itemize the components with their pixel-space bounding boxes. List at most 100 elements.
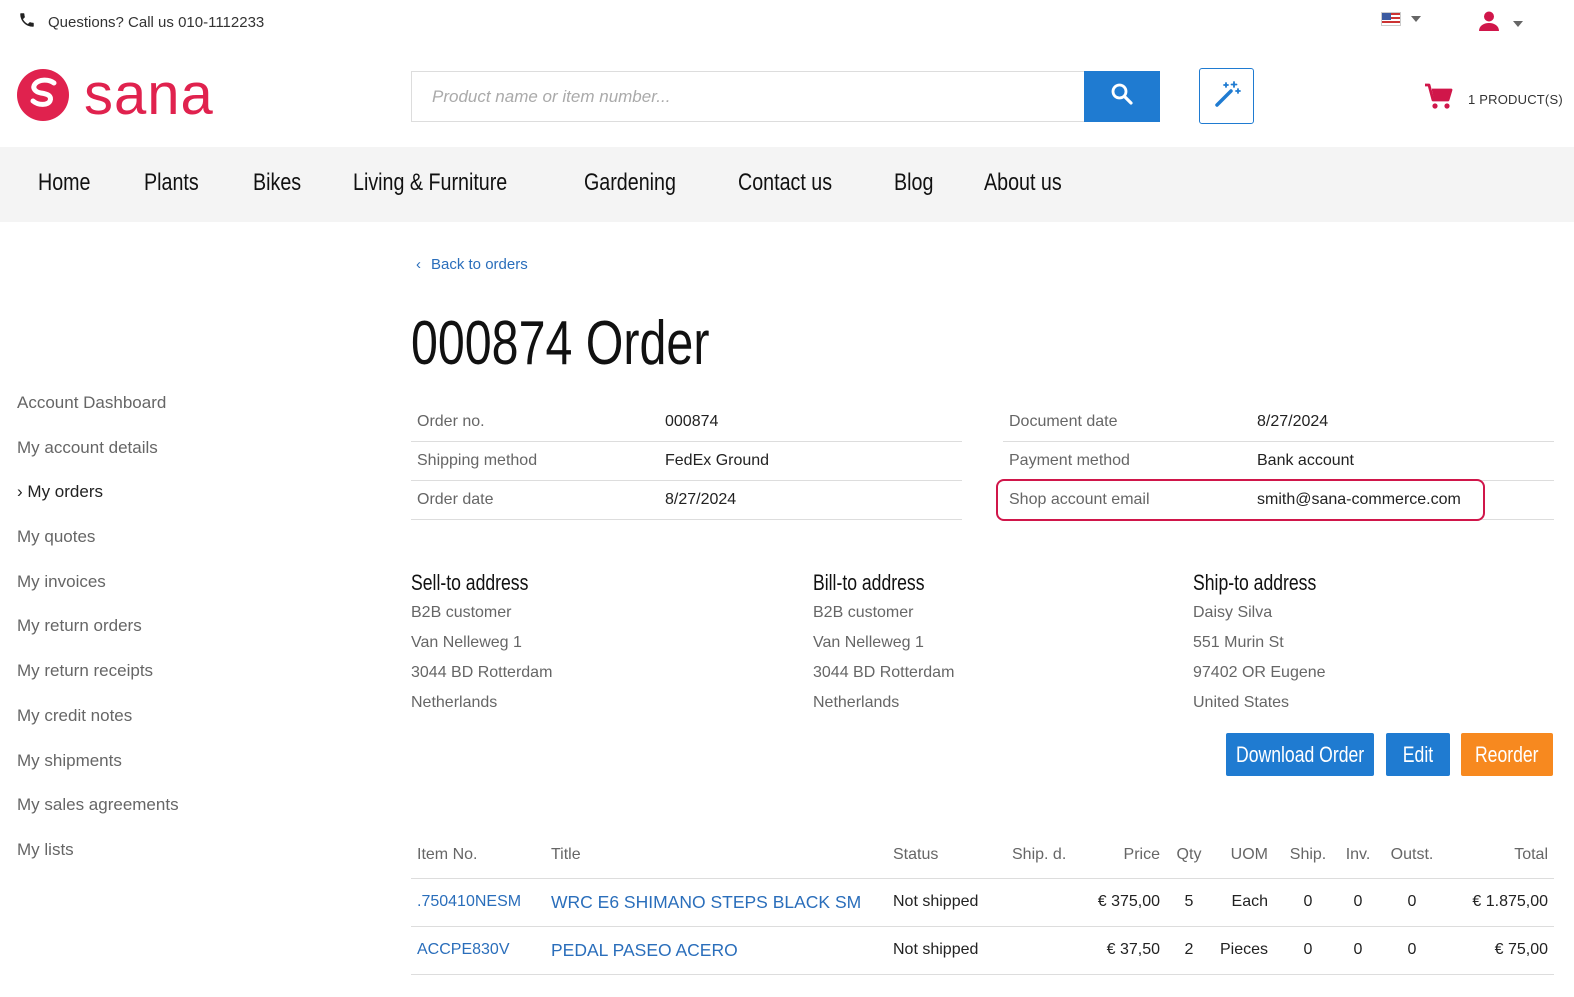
col-item-no: Item No. <box>411 832 545 879</box>
button-label: Download Order <box>1235 741 1365 767</box>
item-price: € 37,50 <box>1078 926 1166 975</box>
main-navigation: Home Plants Bikes Living & Furniture Gar… <box>0 147 1574 222</box>
nav-item-contact-us[interactable]: Contact us <box>738 169 832 197</box>
edit-button[interactable]: Edit <box>1386 733 1450 776</box>
address-title: Ship-to address <box>1193 570 1317 595</box>
nav-item-gardening[interactable]: Gardening <box>584 169 676 197</box>
sidebar-item-my-account-details[interactable]: My account details <box>17 437 179 482</box>
item-status: Not shipped <box>887 878 1006 927</box>
address-line: 551 Murin St <box>1193 634 1284 651</box>
item-price: € 375,00 <box>1078 878 1166 927</box>
ship-to-address: Ship-to address Daisy Silva 551 Murin St… <box>1193 570 1347 722</box>
top-bar: Questions? Call us 010-1112233 <box>0 0 1574 42</box>
button-label: Reorder <box>1475 741 1539 767</box>
item-no-link[interactable]: ACCPE830V <box>411 926 545 975</box>
sidebar-item-my-quotes[interactable]: My quotes <box>17 526 179 571</box>
shop-account-email-highlight <box>996 479 1485 521</box>
bill-to-address: Bill-to address B2B customer Van Nellewe… <box>813 570 954 722</box>
info-label: Payment method <box>1003 441 1251 481</box>
search-icon <box>1110 82 1134 111</box>
address-line: Netherlands <box>411 694 498 711</box>
address-line: Netherlands <box>813 694 900 711</box>
item-status: Not shipped <box>887 926 1006 975</box>
item-title-link[interactable]: PEDAL PASEO ACERO <box>545 926 887 975</box>
user-icon <box>1477 9 1501 38</box>
info-row: Payment method Bank account <box>1003 441 1554 481</box>
info-value: 000874 <box>659 403 962 443</box>
item-uom: Pieces <box>1206 926 1274 975</box>
nav-item-home[interactable]: Home <box>38 169 91 197</box>
back-to-orders-link[interactable]: ‹ Back to orders <box>416 256 528 273</box>
sidebar-item-my-return-receipts[interactable]: My return receipts <box>17 660 179 705</box>
us-flag-icon <box>1381 12 1401 26</box>
address-line: United States <box>1193 694 1290 711</box>
account-sidebar: Account Dashboard My account details › M… <box>17 392 179 884</box>
sidebar-item-my-return-orders[interactable]: My return orders <box>17 615 179 660</box>
sidebar-item-my-orders[interactable]: › My orders <box>17 481 179 526</box>
info-row: Order no. 000874 <box>411 403 962 443</box>
item-title-link[interactable]: WRC E6 SHIMANO STEPS BLACK SM <box>545 878 887 927</box>
sana-logo-icon <box>16 68 70 127</box>
shopping-cart-icon <box>1424 83 1454 116</box>
col-total: Total <box>1444 832 1554 879</box>
item-outst: 0 <box>1374 878 1444 927</box>
sidebar-item-my-sales-agreements[interactable]: My sales agreements <box>17 794 179 839</box>
sidebar-item-my-invoices[interactable]: My invoices <box>17 571 179 616</box>
info-value: 8/27/2024 <box>1251 403 1554 443</box>
sidebar-item-account-dashboard[interactable]: Account Dashboard <box>17 392 179 437</box>
item-inv: 0 <box>1336 926 1374 975</box>
nav-item-living-furniture[interactable]: Living & Furniture <box>353 169 507 197</box>
nav-item-blog[interactable]: Blog <box>894 169 933 197</box>
info-value: 8/27/2024 <box>659 480 962 520</box>
search-input[interactable] <box>411 71 1084 122</box>
quick-order-button[interactable] <box>1199 68 1254 124</box>
download-order-button[interactable]: Download Order <box>1226 733 1374 776</box>
phone-icon <box>18 11 36 33</box>
cart-button[interactable]: 1 PRODUCT(S) <box>1424 83 1563 116</box>
info-label: Document date <box>1003 403 1251 443</box>
active-indicator: › <box>17 482 23 502</box>
info-value: FedEx Ground <box>659 441 962 481</box>
magic-wand-icon <box>1212 79 1242 114</box>
order-info-left: Order no. 000874 Shipping method FedEx Gro… <box>411 403 962 520</box>
table-header-row: Item No. Title Status Ship. d. Price Qty… <box>411 832 1554 879</box>
account-menu[interactable] <box>1477 9 1523 38</box>
col-title: Title <box>545 832 887 879</box>
item-uom: Each <box>1206 878 1274 927</box>
sidebar-item-my-lists[interactable]: My lists <box>17 839 179 884</box>
address-line: 3044 BD Rotterdam <box>411 664 553 681</box>
nav-item-plants[interactable]: Plants <box>144 169 199 197</box>
item-outst: 0 <box>1374 926 1444 975</box>
info-row: Document date 8/27/2024 <box>1003 403 1554 443</box>
nav-item-about-us[interactable]: About us <box>984 169 1062 197</box>
address-title: Sell-to address <box>411 570 529 595</box>
button-label: Edit <box>1402 741 1434 767</box>
chevron-down-icon <box>1411 16 1421 22</box>
sidebar-item-label: My orders <box>27 482 103 502</box>
address-line: 3044 BD Rotterdam <box>813 664 955 681</box>
item-qty: 2 <box>1166 926 1206 975</box>
language-selector[interactable] <box>1381 12 1421 26</box>
sidebar-item-my-credit-notes[interactable]: My credit notes <box>17 705 179 750</box>
info-row: Order date 8/27/2024 <box>411 480 962 520</box>
logo-text: sana <box>84 61 214 127</box>
order-lines-table: Item No. Title Status Ship. d. Price Qty… <box>411 832 1554 975</box>
sana-logo[interactable]: sana <box>16 61 214 127</box>
address-line: Daisy Silva <box>1193 604 1273 621</box>
address-line: B2B customer <box>411 604 512 621</box>
item-no-link[interactable]: .750410NESM <box>411 878 545 927</box>
contact-phone: Questions? Call us 010-1112233 <box>18 11 264 33</box>
sell-to-address: Sell-to address B2B customer Van Nellewe… <box>411 570 558 722</box>
item-ship-date <box>1006 926 1078 975</box>
sidebar-item-my-shipments[interactable]: My shipments <box>17 750 179 795</box>
address-title: Bill-to address <box>813 570 925 595</box>
col-qty: Qty <box>1166 832 1206 879</box>
info-row: Shipping method FedEx Ground <box>411 441 962 481</box>
table-row: .750410NESM WRC E6 SHIMANO STEPS BLACK S… <box>411 878 1554 927</box>
search-button[interactable] <box>1084 71 1160 122</box>
reorder-button[interactable]: Reorder <box>1461 733 1553 776</box>
col-inv: Inv. <box>1336 832 1374 879</box>
col-uom: UOM <box>1206 832 1274 879</box>
nav-item-bikes[interactable]: Bikes <box>253 169 301 197</box>
item-qty: 5 <box>1166 878 1206 927</box>
